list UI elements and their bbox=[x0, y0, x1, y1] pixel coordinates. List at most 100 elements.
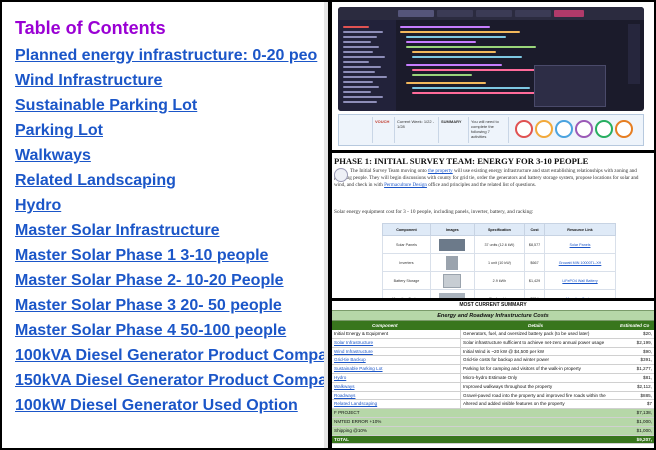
estimated-cost-cell: $7 bbox=[646, 401, 652, 407]
component-link[interactable]: Walkways bbox=[334, 383, 458, 391]
toc-link-master-solar[interactable]: Master Solar Infrastructure bbox=[15, 218, 328, 243]
resource-link[interactable]: Mounting System bbox=[544, 289, 616, 298]
component-label: NMTED ERROR +10% bbox=[334, 418, 382, 424]
component-link[interactable]: Related Landscaping bbox=[334, 400, 458, 408]
editor-minimap[interactable] bbox=[628, 24, 640, 84]
toc-link-parking-lot[interactable]: Parking Lot bbox=[15, 118, 328, 143]
resource-link[interactable]: LiFePO4 Wall Battery bbox=[544, 271, 616, 290]
toc-link-solar-phase-3[interactable]: Master Solar Phase 3 20- 50 people bbox=[15, 293, 328, 318]
details-cell: Solar infrastructure sufficient to achie… bbox=[460, 338, 618, 347]
estimated-cost-cell: $90, bbox=[643, 348, 652, 354]
toc-link-related-landscaping[interactable]: Related Landscaping bbox=[15, 168, 328, 193]
activity-circle[interactable] bbox=[595, 120, 613, 138]
activity-circle[interactable] bbox=[575, 120, 593, 138]
file-item[interactable] bbox=[343, 41, 371, 43]
file-item[interactable] bbox=[343, 36, 377, 38]
details-cell: Micro-hydro Estimate Only bbox=[460, 373, 618, 382]
file-item[interactable] bbox=[343, 26, 369, 28]
toc-list: Planned energy infrastructure: 0-20 peo … bbox=[15, 43, 328, 418]
estimated-cost-cell: $391, bbox=[640, 357, 653, 363]
doc-text-run: office and principles and the related li… bbox=[426, 182, 537, 189]
doc-subtext: Solar energy equipment cost for 3 - 10 p… bbox=[334, 209, 534, 215]
details-cell: Initial Wind is ~20 kW @ $4,500 per kW bbox=[460, 347, 618, 356]
permaculture-design-link[interactable]: Permaculture Design bbox=[384, 182, 427, 188]
estimated-cost-cell: $81, bbox=[643, 374, 652, 380]
sheet-row: Hydro Micro-hydro Estimate Only $81, bbox=[332, 373, 654, 383]
code-line bbox=[406, 41, 476, 43]
code-line bbox=[400, 26, 490, 28]
table-header: Component bbox=[382, 223, 431, 236]
file-item[interactable] bbox=[343, 76, 387, 78]
file-item[interactable] bbox=[343, 81, 373, 83]
toc-title: Table of Contents bbox=[15, 18, 166, 38]
editor-tab[interactable] bbox=[554, 10, 584, 17]
component-link[interactable]: Roadways bbox=[334, 392, 458, 400]
editor-tab-bar bbox=[338, 7, 644, 20]
table-cell bbox=[429, 271, 475, 290]
sheet-row: Wind Infrastructure Initial Wind is ~20 k… bbox=[332, 347, 654, 357]
toc-link-hydro[interactable]: Hydro bbox=[15, 193, 328, 218]
file-item[interactable] bbox=[343, 101, 377, 103]
sheet-row: Shipping @10% $1,000, bbox=[332, 426, 654, 436]
estimated-cost-cell: $7,138, bbox=[636, 410, 652, 416]
file-item[interactable] bbox=[343, 31, 383, 33]
file-item[interactable] bbox=[343, 91, 371, 93]
table-cell: 1 unit (10 kW) bbox=[473, 253, 526, 272]
toc-link-150kva-diesel[interactable]: 150kVA Diesel Generator Product Compari bbox=[15, 368, 328, 393]
editor-tab[interactable] bbox=[398, 10, 434, 17]
resource-link[interactable]: Growatt MIN 10000TL-XH bbox=[544, 253, 616, 272]
solar-panel-image bbox=[439, 238, 466, 251]
file-item[interactable] bbox=[343, 96, 383, 98]
editor-tab[interactable] bbox=[515, 10, 551, 17]
details-cell: Altered and added visible features on th… bbox=[460, 400, 618, 409]
file-item[interactable] bbox=[343, 71, 375, 73]
sheet-row: Initial Energy & Equipment Generators, fu… bbox=[332, 330, 654, 339]
toc-link-wind[interactable]: Wind Infrastructure bbox=[15, 68, 328, 93]
sheet-row: Solar Infrastructure Solar infrastructure… bbox=[332, 338, 654, 348]
file-item[interactable] bbox=[343, 56, 385, 58]
component-link[interactable]: Solar Infrastructure bbox=[334, 339, 458, 347]
file-item[interactable] bbox=[343, 86, 379, 88]
activity-circle[interactable] bbox=[535, 120, 553, 138]
file-item[interactable] bbox=[343, 61, 369, 63]
estimated-cost-cell: $1,277, bbox=[636, 366, 652, 372]
resource-link[interactable]: Solar Panels bbox=[544, 235, 616, 254]
table-cell: $667 bbox=[524, 253, 546, 272]
file-item[interactable] bbox=[343, 66, 381, 68]
table-header-row: Component Images Specification Cost Reso… bbox=[382, 223, 616, 236]
details-cell: Parking lot for camping and visitors of … bbox=[460, 365, 618, 374]
component-label: F PROJECT bbox=[334, 410, 360, 416]
toc-link-walkways[interactable]: Walkways bbox=[15, 143, 328, 168]
toc-link-solar-phase-1[interactable]: Master Solar Phase 1 3-10 people bbox=[15, 243, 328, 268]
table-cell: $1,429 bbox=[524, 271, 546, 290]
activity-circle[interactable] bbox=[615, 120, 633, 138]
details-cell: Gravel-paved road into the property and … bbox=[460, 391, 618, 400]
component-link[interactable]: Grid-tie Backup bbox=[334, 356, 458, 364]
property-link[interactable]: the property bbox=[428, 168, 453, 174]
code-line bbox=[412, 87, 530, 89]
toc-link-solar-phase-2[interactable]: Master Solar Phase 2- 10-20 People bbox=[15, 268, 328, 293]
component-link[interactable]: Wind Infrastructure bbox=[334, 348, 458, 356]
activity-circle[interactable] bbox=[515, 120, 533, 138]
activity-circle[interactable] bbox=[555, 120, 573, 138]
estimated-cost-cell: $9,207, bbox=[636, 436, 652, 442]
toc-link-solar-phase-4[interactable]: Master Solar Phase 4 50-100 people bbox=[15, 318, 328, 343]
sheet-subtitle: Energy and Roadway Infrastructure Costs bbox=[332, 310, 654, 321]
file-item[interactable] bbox=[343, 46, 379, 48]
sheet-row: Grid-tie Backup Grid-tie costs for backup… bbox=[332, 356, 654, 366]
toc-link-sustainable-parking[interactable]: Sustainable Parking Lot bbox=[15, 93, 328, 118]
toc-link-100kva-diesel[interactable]: 100kVA Diesel Generator Product Compari bbox=[15, 343, 328, 368]
inverter-image bbox=[446, 255, 459, 270]
component-link[interactable]: Hydro bbox=[334, 374, 458, 382]
toc-link-100kw-diesel[interactable]: 100kW Diesel Generator Used Option bbox=[15, 393, 328, 418]
file-item[interactable] bbox=[343, 51, 373, 53]
table-header: Specification bbox=[473, 223, 526, 236]
status-summary: SUMMARY bbox=[439, 117, 469, 143]
code-line bbox=[412, 51, 496, 53]
estimated-cost-cell: $2,199, bbox=[636, 339, 652, 345]
doc-text-run: The Initial Survey Team moving onto bbox=[350, 168, 428, 174]
editor-tab[interactable] bbox=[476, 10, 512, 17]
toc-link-planned-energy[interactable]: Planned energy infrastructure: 0-20 peo bbox=[15, 43, 328, 68]
editor-tab[interactable] bbox=[437, 10, 473, 17]
component-link[interactable]: Sustainable Parking Lot bbox=[334, 365, 458, 373]
